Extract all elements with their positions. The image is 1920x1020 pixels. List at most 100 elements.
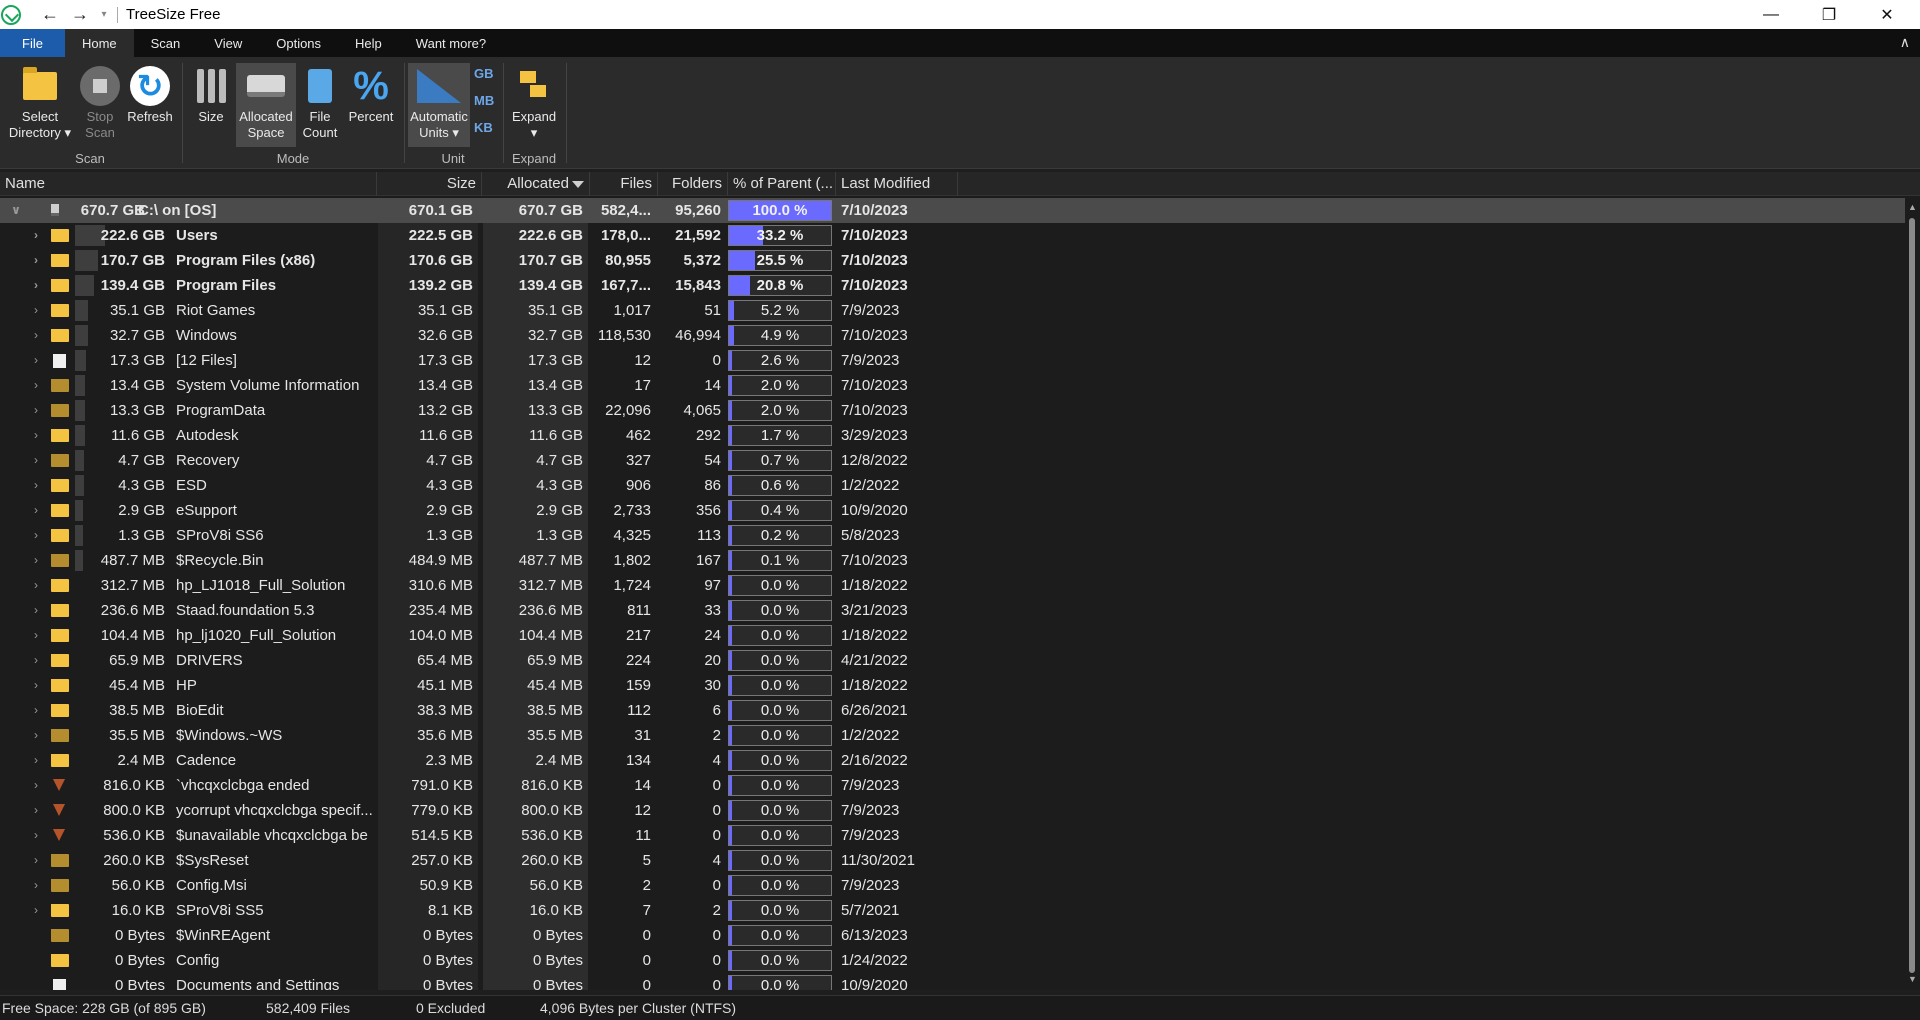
unit-gb-button[interactable]: GB	[474, 66, 494, 81]
expand-chevron-icon[interactable]: ›	[28, 373, 44, 398]
expand-chevron-icon[interactable]: ›	[28, 723, 44, 748]
table-row[interactable]: 0 Bytes Config 0 Bytes 0 Bytes 0 0 1/24/2022 0.…	[0, 948, 1905, 973]
table-row[interactable]: › 2.4 MB Cadence 2.3 MB 2.4 MB 134 4 2/16/2022 0…	[0, 748, 1905, 773]
back-arrow-icon[interactable]: ←	[35, 4, 65, 25]
table-row[interactable]: › 816.0 KB `vhcqxclcbga ended 791.0 KB 816.0…	[0, 773, 1905, 798]
table-row[interactable]: › 65.9 MB DRIVERS 65.4 MB 65.9 MB 224 20 4/21/2…	[0, 648, 1905, 673]
collapse-ribbon-icon[interactable]: ∧	[1900, 34, 1910, 51]
item-files: 118,530	[597, 327, 651, 344]
table-row[interactable]: 0 Bytes Documents and Settings 0 Bytes 0 By…	[0, 973, 1905, 990]
quick-access-dropdown-icon[interactable]: ▾	[95, 9, 113, 20]
table-row[interactable]: 0 Bytes $WinREAgent 0 Bytes 0 Bytes 0 0 6/13/2…	[0, 923, 1905, 948]
expand-chevron-icon[interactable]: ›	[28, 848, 44, 873]
table-row[interactable]: › 56.0 KB Config.Msi 50.9 KB 56.0 KB 2 0 7/9/20…	[0, 873, 1905, 898]
table-row[interactable]: › 1.3 GB SProV8i SS6 1.3 GB 1.3 GB 4,325 113 5/…	[0, 523, 1905, 548]
mode-allocated-space-button[interactable]: Allocated Space	[236, 63, 296, 147]
table-row[interactable]: › 260.0 KB $SysReset 257.0 KB 260.0 KB 5 4 11/3…	[0, 848, 1905, 873]
table-row[interactable]: › 222.6 GB Users 222.5 GB 222.6 GB 178,0... 21…	[0, 223, 1905, 248]
column-folders[interactable]: Folders	[658, 172, 728, 196]
close-button[interactable]: ✕	[1858, 0, 1916, 29]
expand-chevron-icon[interactable]: ›	[28, 348, 44, 373]
expand-chevron-icon[interactable]: ›	[28, 273, 44, 298]
collapse-chevron-icon[interactable]: ∨	[8, 198, 24, 223]
table-row[interactable]: › 170.7 GB Program Files (x86) 170.6 GB 170.…	[0, 248, 1905, 273]
table-row[interactable]: › 32.7 GB Windows 32.6 GB 32.7 GB 118,530 46,9…	[0, 323, 1905, 348]
expand-chevron-icon[interactable]: ›	[28, 898, 44, 923]
size-bar-label: 11.6 GB	[111, 427, 165, 444]
expand-chevron-icon[interactable]: ›	[28, 648, 44, 673]
expand-chevron-icon[interactable]: ›	[28, 448, 44, 473]
expand-chevron-icon[interactable]: ›	[28, 873, 44, 898]
table-row[interactable]: › 2.9 GB eSupport 2.9 GB 2.9 GB 2,733 356 10/9/…	[0, 498, 1905, 523]
expand-chevron-icon[interactable]: ›	[28, 698, 44, 723]
scroll-up-icon[interactable]: ▲	[1908, 202, 1917, 212]
expand-chevron-icon[interactable]: ›	[28, 548, 44, 573]
expand-chevron-icon[interactable]: ›	[28, 798, 44, 823]
tab-scan[interactable]: Scan	[134, 29, 198, 57]
automatic-units-button[interactable]: Automatic Units ▾	[408, 63, 470, 147]
column-allocated[interactable]: Allocated	[482, 172, 590, 196]
vertical-scrollbar[interactable]: ▲ ▼	[1905, 198, 1920, 988]
expand-chevron-icon[interactable]: ›	[28, 323, 44, 348]
mode-file-count-button[interactable]: File Count	[298, 63, 342, 147]
tab-options[interactable]: Options	[259, 29, 338, 57]
expand-chevron-icon[interactable]: ›	[28, 498, 44, 523]
tab-want-more[interactable]: Want more?	[399, 29, 503, 57]
expand-chevron-icon[interactable]: ›	[28, 248, 44, 273]
expand-chevron-icon[interactable]: ›	[28, 773, 44, 798]
expand-chevron-icon[interactable]: ›	[28, 298, 44, 323]
mode-size-button[interactable]: Size	[190, 63, 232, 147]
expand-chevron-icon[interactable]: ›	[28, 823, 44, 848]
expand-chevron-icon[interactable]: ›	[28, 423, 44, 448]
minimize-button[interactable]: —	[1742, 0, 1800, 29]
table-row[interactable]: › 38.5 MB BioEdit 38.3 MB 38.5 MB 112 6 6/26/20…	[0, 698, 1905, 723]
table-row[interactable]: › 17.3 GB [12 Files] 17.3 GB 17.3 GB 12 0 7/9/2…	[0, 348, 1905, 373]
forward-arrow-icon[interactable]: →	[65, 4, 95, 25]
table-row[interactable]: › 139.4 GB Program Files 139.2 GB 139.4 GB 16…	[0, 273, 1905, 298]
unit-mb-button[interactable]: MB	[474, 93, 494, 108]
column-files[interactable]: Files	[590, 172, 658, 196]
mode-percent-button[interactable]: % Percent	[344, 63, 398, 147]
expand-chevron-icon[interactable]: ›	[28, 748, 44, 773]
column-size[interactable]: Size	[377, 172, 482, 196]
column-name[interactable]: Name	[0, 172, 377, 196]
expand-button[interactable]: Expand ▾	[508, 63, 560, 147]
expand-chevron-icon[interactable]: ›	[28, 398, 44, 423]
table-row[interactable]: › 11.6 GB Autodesk 11.6 GB 11.6 GB 462 292 3/29…	[0, 423, 1905, 448]
table-row[interactable]: › 236.6 MB Staad.foundation 5.3 235.4 MB 236…	[0, 598, 1905, 623]
table-row[interactable]: › 800.0 KB ycorrupt vhcqxclcbga specif... 7…	[0, 798, 1905, 823]
table-row[interactable]: › 13.4 GB System Volume Information 13.4 GB…	[0, 373, 1905, 398]
table-row[interactable]: › 4.7 GB Recovery 4.7 GB 4.7 GB 327 54 12/8/202…	[0, 448, 1905, 473]
refresh-button[interactable]: ↻ Refresh	[124, 63, 176, 147]
table-row[interactable]: › 35.1 GB Riot Games 35.1 GB 35.1 GB 1,017 51 7…	[0, 298, 1905, 323]
column-percent-of-parent[interactable]: % of Parent (...	[728, 172, 836, 196]
table-row[interactable]: › 487.7 MB $Recycle.Bin 484.9 MB 487.7 MB 1,8…	[0, 548, 1905, 573]
expand-chevron-icon[interactable]: ›	[28, 223, 44, 248]
expand-chevron-icon[interactable]: ›	[28, 598, 44, 623]
expand-chevron-icon[interactable]: ›	[28, 473, 44, 498]
select-directory-button[interactable]: Select Directory ▾	[4, 63, 76, 147]
tab-view[interactable]: View	[197, 29, 259, 57]
table-row[interactable]: › 4.3 GB ESD 4.3 GB 4.3 GB 906 86 1/2/2022 0.6 %	[0, 473, 1905, 498]
expand-chevron-icon[interactable]: ›	[28, 673, 44, 698]
tab-help[interactable]: Help	[338, 29, 399, 57]
table-row[interactable]: › 536.0 KB $unavailable vhcqxclcbga be 514.…	[0, 823, 1905, 848]
expand-chevron-icon[interactable]: ›	[28, 523, 44, 548]
scrollbar-thumb[interactable]	[1909, 218, 1915, 973]
unit-kb-button[interactable]: KB	[474, 120, 493, 135]
table-row[interactable]: › 16.0 KB SProV8i SS5 8.1 KB 16.0 KB 7 2 5/7/20…	[0, 898, 1905, 923]
expand-chevron-icon[interactable]: ›	[28, 573, 44, 598]
table-row[interactable]: › 45.4 MB HP 45.1 MB 45.4 MB 159 30 1/18/2022 0.…	[0, 673, 1905, 698]
expand-chevron-icon[interactable]: ›	[28, 623, 44, 648]
table-row[interactable]: ∨ 670.7 GB C:\ on [OS] 670.1 GB 670.7 GB 582,…	[0, 198, 1905, 223]
table-row[interactable]: › 35.5 MB $Windows.~WS 35.6 MB 35.5 MB 31 2 1/2…	[0, 723, 1905, 748]
column-last-modified[interactable]: Last Modified	[836, 172, 958, 196]
table-row[interactable]: › 104.4 MB hp_lj1020_Full_Solution 104.0 MB…	[0, 623, 1905, 648]
restore-button[interactable]: ❐	[1800, 0, 1858, 29]
tab-home[interactable]: Home	[64, 29, 134, 57]
table-row[interactable]: › 312.7 MB hp_LJ1018_Full_Solution 310.6 MB…	[0, 573, 1905, 598]
table-row[interactable]: › 13.3 GB ProgramData 13.2 GB 13.3 GB 22,096 4…	[0, 398, 1905, 423]
stop-scan-button[interactable]: Stop Scan	[78, 63, 122, 147]
tab-file[interactable]: File	[0, 29, 65, 57]
scroll-down-icon[interactable]: ▼	[1908, 974, 1917, 984]
